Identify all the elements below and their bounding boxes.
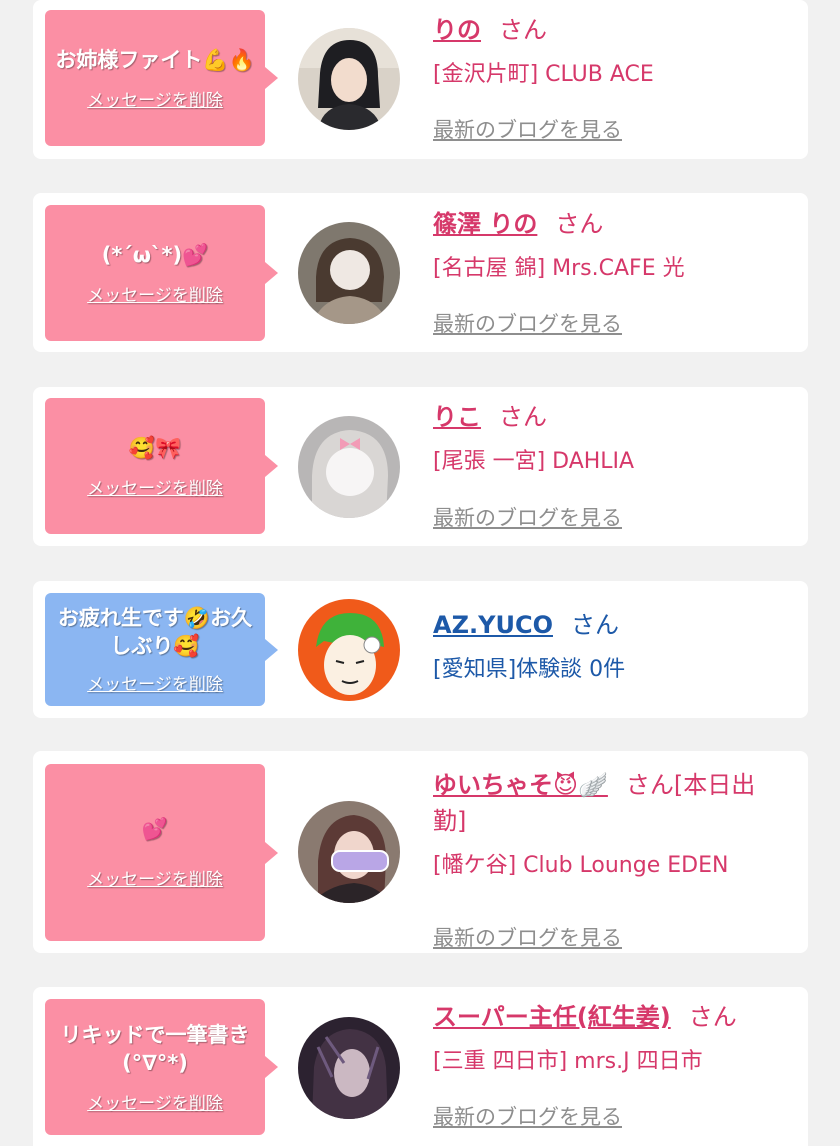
message-bubble: (*´ω`*)💕 メッセージを削除 bbox=[45, 205, 278, 341]
profile-name-link[interactable]: ゆいちゃそ😈🪽 bbox=[433, 771, 608, 799]
avatar[interactable] bbox=[298, 416, 400, 518]
message-bubble: お姉様ファイト💪🔥 メッセージを削除 bbox=[45, 10, 278, 146]
message-text: 🥰🎀 bbox=[128, 435, 182, 460]
message-card: (*´ω`*)💕 メッセージを削除 篠澤 りの さん [名古屋 錦] Mrs.CA… bbox=[33, 193, 808, 352]
latest-blog-link[interactable]: 最新のブログを見る bbox=[433, 114, 622, 144]
message-card: 💕 メッセージを削除 ゆいちゃそ😈🪽 さん[本日出勤] [幡ケ谷] Club Lo… bbox=[33, 751, 808, 953]
profile-name-link[interactable]: AZ.YUCO bbox=[433, 611, 553, 639]
message-card: お姉様ファイト💪🔥 メッセージを削除 りの さん [金沢片町] CLUB ACE … bbox=[33, 0, 808, 159]
latest-blog-link[interactable]: 最新のブログを見る bbox=[433, 308, 622, 338]
latest-blog-link[interactable]: 最新のブログを見る bbox=[433, 1101, 622, 1131]
delete-message-link[interactable]: メッセージを削除 bbox=[87, 865, 223, 890]
profile-info: スーパー主任(紅生姜) さん [三重 四日市] mrs.J 四日市 最新のブログを… bbox=[433, 1001, 793, 1129]
message-text: お姉様ファイト💪🔥 bbox=[55, 47, 255, 72]
shop-label: [三重 四日市] mrs.J 四日市 bbox=[433, 1049, 703, 1074]
avatar[interactable] bbox=[298, 599, 400, 701]
message-card: リキッドで一筆書き(°∇°*) メッセージを削除 スーパー主任(紅生姜) さん [… bbox=[33, 987, 808, 1146]
message-card: お疲れ生です🤣お久しぶり🥰 メッセージを削除 AZ.YUCO さん [愛知県]体験… bbox=[33, 581, 808, 718]
message-text: お疲れ生です🤣お久しぶり🥰 bbox=[57, 606, 253, 658]
profile-name-link[interactable]: りこ bbox=[433, 403, 481, 431]
honorific: さん bbox=[499, 403, 547, 431]
honorific: さん bbox=[499, 16, 547, 44]
profile-name-link[interactable]: りの bbox=[433, 16, 481, 44]
profile-info: りの さん [金沢片町] CLUB ACE 最新のブログを見る bbox=[433, 14, 793, 142]
shop-label: [幡ケ谷] Club Lounge EDEN bbox=[433, 853, 729, 878]
shop-label: [名古屋 錦] Mrs.CAFE 光 bbox=[433, 256, 685, 281]
avatar[interactable] bbox=[298, 222, 400, 324]
shop-label: [金沢片町] CLUB ACE bbox=[433, 62, 654, 87]
latest-blog-link[interactable]: 最新のブログを見る bbox=[433, 922, 622, 952]
message-bubble: お疲れ生です🤣お久しぶり🥰 メッセージを削除 bbox=[45, 593, 278, 706]
profile-info: 篠澤 りの さん [名古屋 錦] Mrs.CAFE 光 最新のブログを見る bbox=[433, 208, 793, 336]
message-bubble: 💕 メッセージを削除 bbox=[45, 764, 278, 941]
delete-message-link[interactable]: メッセージを削除 bbox=[87, 670, 223, 695]
delete-message-link[interactable]: メッセージを削除 bbox=[87, 1089, 223, 1114]
profile-name-link[interactable]: 篠澤 りの bbox=[433, 210, 537, 238]
profile-info: AZ.YUCO さん [愛知県]体験談 0件 bbox=[433, 609, 793, 683]
delete-message-link[interactable]: メッセージを削除 bbox=[87, 281, 223, 306]
shop-label: [尾張 一宮] DAHLIA bbox=[433, 449, 635, 474]
profile-name-link[interactable]: スーパー主任(紅生姜) bbox=[433, 1003, 671, 1031]
delete-message-link[interactable]: メッセージを削除 bbox=[87, 474, 223, 499]
honorific: さん bbox=[625, 771, 674, 799]
message-text: (*´ω`*)💕 bbox=[101, 242, 209, 267]
latest-blog-link[interactable]: 最新のブログを見る bbox=[433, 502, 622, 532]
avatar[interactable] bbox=[298, 1017, 400, 1119]
message-bubble: リキッドで一筆書き(°∇°*) メッセージを削除 bbox=[45, 999, 278, 1135]
honorific: さん bbox=[570, 611, 619, 639]
profile-info: ゆいちゃそ😈🪽 さん[本日出勤] [幡ケ谷] Club Lounge EDEN 最… bbox=[433, 767, 783, 950]
avatar[interactable] bbox=[298, 801, 400, 903]
profile-info: りこ さん [尾張 一宮] DAHLIA 最新のブログを見る bbox=[433, 401, 793, 530]
message-text: リキッドで一筆書き(°∇°*) bbox=[60, 1022, 250, 1075]
message-card: 🥰🎀 メッセージを削除 りこ さん [尾張 一宮] DAHLIA 最新のブログを見… bbox=[33, 387, 808, 546]
shop-label: [愛知県]体験談 0件 bbox=[433, 657, 626, 682]
delete-message-link[interactable]: メッセージを削除 bbox=[87, 86, 223, 111]
message-text: 💕 bbox=[141, 817, 169, 841]
honorific: さん bbox=[555, 210, 604, 238]
message-bubble: 🥰🎀 メッセージを削除 bbox=[45, 398, 278, 534]
honorific: さん bbox=[688, 1003, 737, 1031]
avatar[interactable] bbox=[298, 28, 400, 130]
